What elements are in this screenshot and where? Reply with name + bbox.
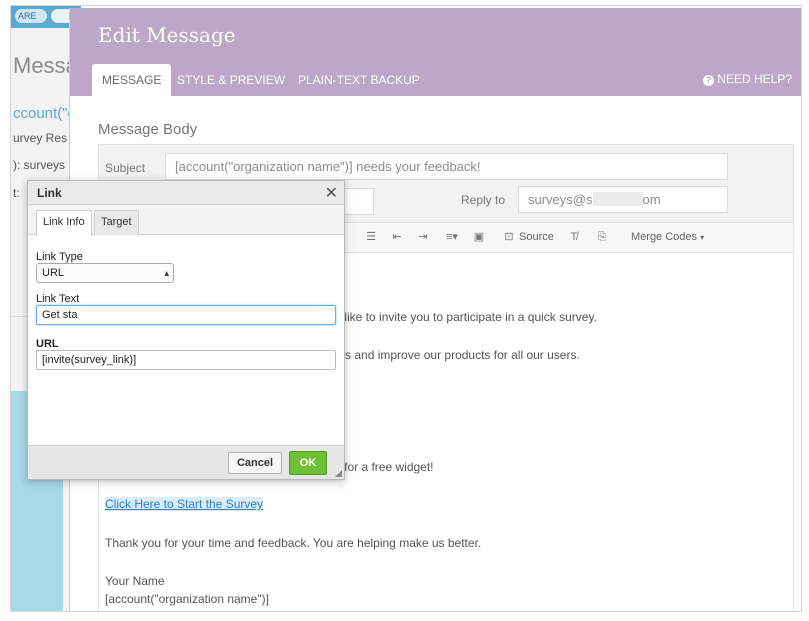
indent-icon[interactable]: ⇥: [415, 230, 431, 244]
survey-link[interactable]: Click Here to Start the Survey: [105, 497, 264, 511]
link-dialog-titlebar[interactable]: Link ✕: [28, 181, 344, 205]
image-icon[interactable]: ▣: [471, 230, 487, 244]
close-icon[interactable]: ✕: [325, 183, 338, 203]
link-type-value: URL: [42, 267, 65, 279]
need-help-label: NEED HELP?: [717, 72, 792, 86]
signature-org: [account("organization name")]: [105, 592, 269, 606]
tab-target[interactable]: Target: [94, 210, 139, 235]
url-label: URL: [36, 338, 59, 350]
screenshot-frame: ARE Messa ccount("o urvey Res ): surveys…: [10, 5, 802, 612]
reply-to-label: Reply to: [461, 193, 506, 207]
link-type-select[interactable]: URL ▴: [36, 263, 174, 283]
source-button[interactable]: Source: [519, 231, 554, 243]
paste-icon[interactable]: ⎘: [594, 230, 610, 244]
select-arrows-icon: ▴: [164, 268, 169, 278]
modal-header: Edit Message MESSAGE STYLE & PREVIEW PLA…: [70, 8, 801, 96]
link-type-label: Link Type: [36, 251, 83, 263]
editor-text-line: uld like to invite you to participate in…: [325, 310, 597, 324]
ok-button[interactable]: OK: [289, 451, 327, 475]
tab-style-preview[interactable]: STYLE & PREVIEW: [177, 64, 285, 96]
editor-text-line: eeds and improve our products for all ou…: [325, 348, 580, 362]
outdent-icon[interactable]: ⇤: [389, 230, 405, 244]
chevron-down-icon: ▾: [700, 233, 705, 242]
link-text-label: Link Text: [36, 293, 80, 305]
link-dialog-title: Link: [37, 186, 62, 200]
background-tab-pill[interactable]: ARE: [15, 9, 47, 23]
redacted-block: [592, 192, 643, 206]
remove-format-icon[interactable]: T̸: [566, 230, 582, 244]
signature-name: Your Name: [105, 574, 165, 588]
background-text-line: t:: [13, 186, 20, 200]
question-circle-icon: ?: [702, 75, 714, 86]
merge-codes-label: Merge Codes: [631, 231, 698, 243]
link-dialog: Link ✕ Link Info Target Link Type URL ▴ …: [27, 180, 345, 480]
bulleted-list-icon[interactable]: ☰: [363, 230, 379, 244]
merge-codes-dropdown[interactable]: Merge Codes ▾: [631, 231, 704, 243]
tab-link-info[interactable]: Link Info: [36, 210, 92, 236]
link-text-input[interactable]: Get sta: [36, 305, 336, 325]
tab-message[interactable]: MESSAGE: [92, 64, 172, 96]
tab-plain-text-backup[interactable]: PLAIN-TEXT BACKUP: [298, 64, 420, 96]
reply-to-field[interactable]: surveys@s om: [518, 186, 728, 213]
subject-field[interactable]: [account("organization name")] needs you…: [165, 153, 728, 180]
source-icon[interactable]: ⊡: [501, 230, 517, 244]
cancel-button[interactable]: Cancel: [228, 452, 282, 474]
modal-title: Edit Message: [98, 23, 236, 47]
background-text-line: urvey Res: [13, 131, 68, 145]
reply-to-value-start: surveys@s: [528, 192, 593, 207]
background-text-line: ): surveys: [13, 158, 66, 172]
url-input[interactable]: [invite(survey_link)]: [36, 350, 336, 370]
editor-text-line: Thank you for your time and feedback. Yo…: [105, 536, 482, 550]
need-help-link[interactable]: ? NEED HELP?: [702, 72, 792, 86]
reply-to-value-end: om: [642, 192, 661, 207]
link-dialog-tabs: Link Info Target: [28, 205, 344, 236]
subject-label: Subject: [105, 161, 146, 175]
message-body-title: Message Body: [98, 121, 198, 138]
link-dialog-footer: Cancel OK: [28, 445, 344, 479]
align-dropdown-icon[interactable]: ≡▾: [441, 230, 463, 244]
background-accent-text: ccount("o: [13, 105, 76, 122]
resize-grip-icon[interactable]: [335, 470, 342, 477]
